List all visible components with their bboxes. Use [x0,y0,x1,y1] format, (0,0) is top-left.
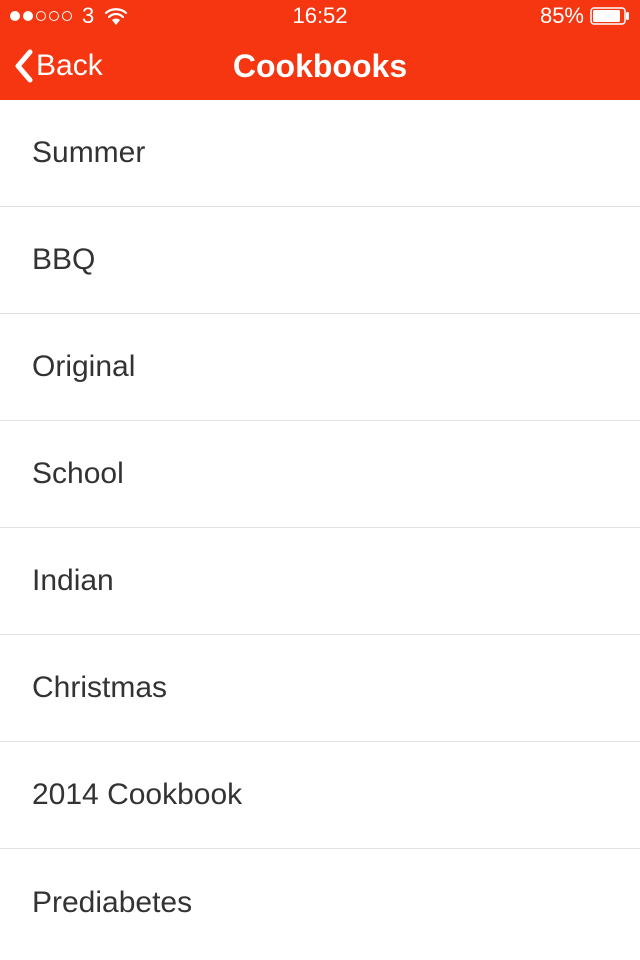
back-label: Back [36,49,103,83]
list-item[interactable]: Original [0,314,640,421]
signal-strength-icon [10,11,72,21]
status-bar: 3 16:52 85% [0,0,640,32]
status-left: 3 [10,3,128,29]
list-item-label: Original [32,350,135,384]
battery-icon [590,7,630,25]
list-item[interactable]: Summer [0,100,640,207]
list-item[interactable]: Christmas [0,635,640,742]
list-item[interactable]: BBQ [0,207,640,314]
list-item-label: Summer [32,136,145,170]
page-title: Cookbooks [233,48,407,85]
list-item-label: BBQ [32,243,95,277]
nav-bar: Back Cookbooks [0,32,640,100]
battery-percent: 85% [540,3,584,29]
list-item[interactable]: 2014 Cookbook [0,742,640,849]
list-item[interactable]: Prediabetes [0,849,640,956]
cookbook-list: Summer BBQ Original School Indian Christ… [0,100,640,956]
status-right: 85% [540,3,630,29]
list-item-label: Indian [32,564,114,598]
list-item-label: 2014 Cookbook [32,778,242,812]
chevron-left-icon [12,48,34,84]
wifi-icon [104,7,128,25]
list-item[interactable]: Indian [0,528,640,635]
carrier-label: 3 [82,3,94,29]
back-button[interactable]: Back [12,48,103,84]
list-item-label: Prediabetes [32,886,192,920]
list-item-label: Christmas [32,671,167,705]
list-item-label: School [32,457,124,491]
status-time: 16:52 [292,3,347,29]
list-item[interactable]: School [0,421,640,528]
